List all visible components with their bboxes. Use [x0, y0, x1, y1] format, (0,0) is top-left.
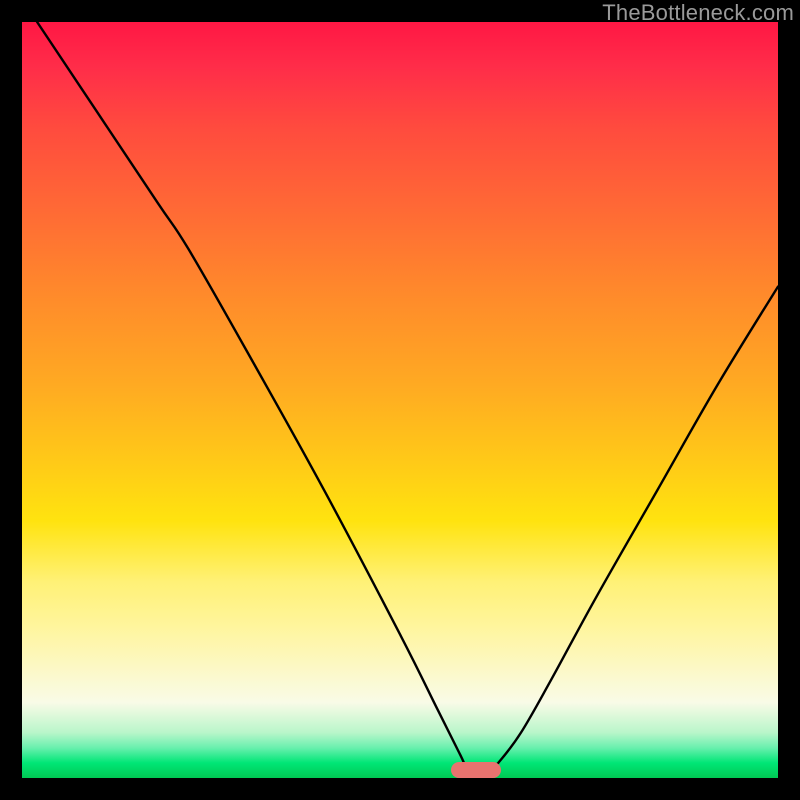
watermark-text: TheBottleneck.com — [602, 0, 794, 26]
optimal-range-marker — [451, 762, 501, 778]
bottleneck-curve — [37, 22, 778, 778]
plot-area — [22, 22, 778, 778]
curve-layer — [22, 22, 778, 778]
chart-frame: TheBottleneck.com — [0, 0, 800, 800]
